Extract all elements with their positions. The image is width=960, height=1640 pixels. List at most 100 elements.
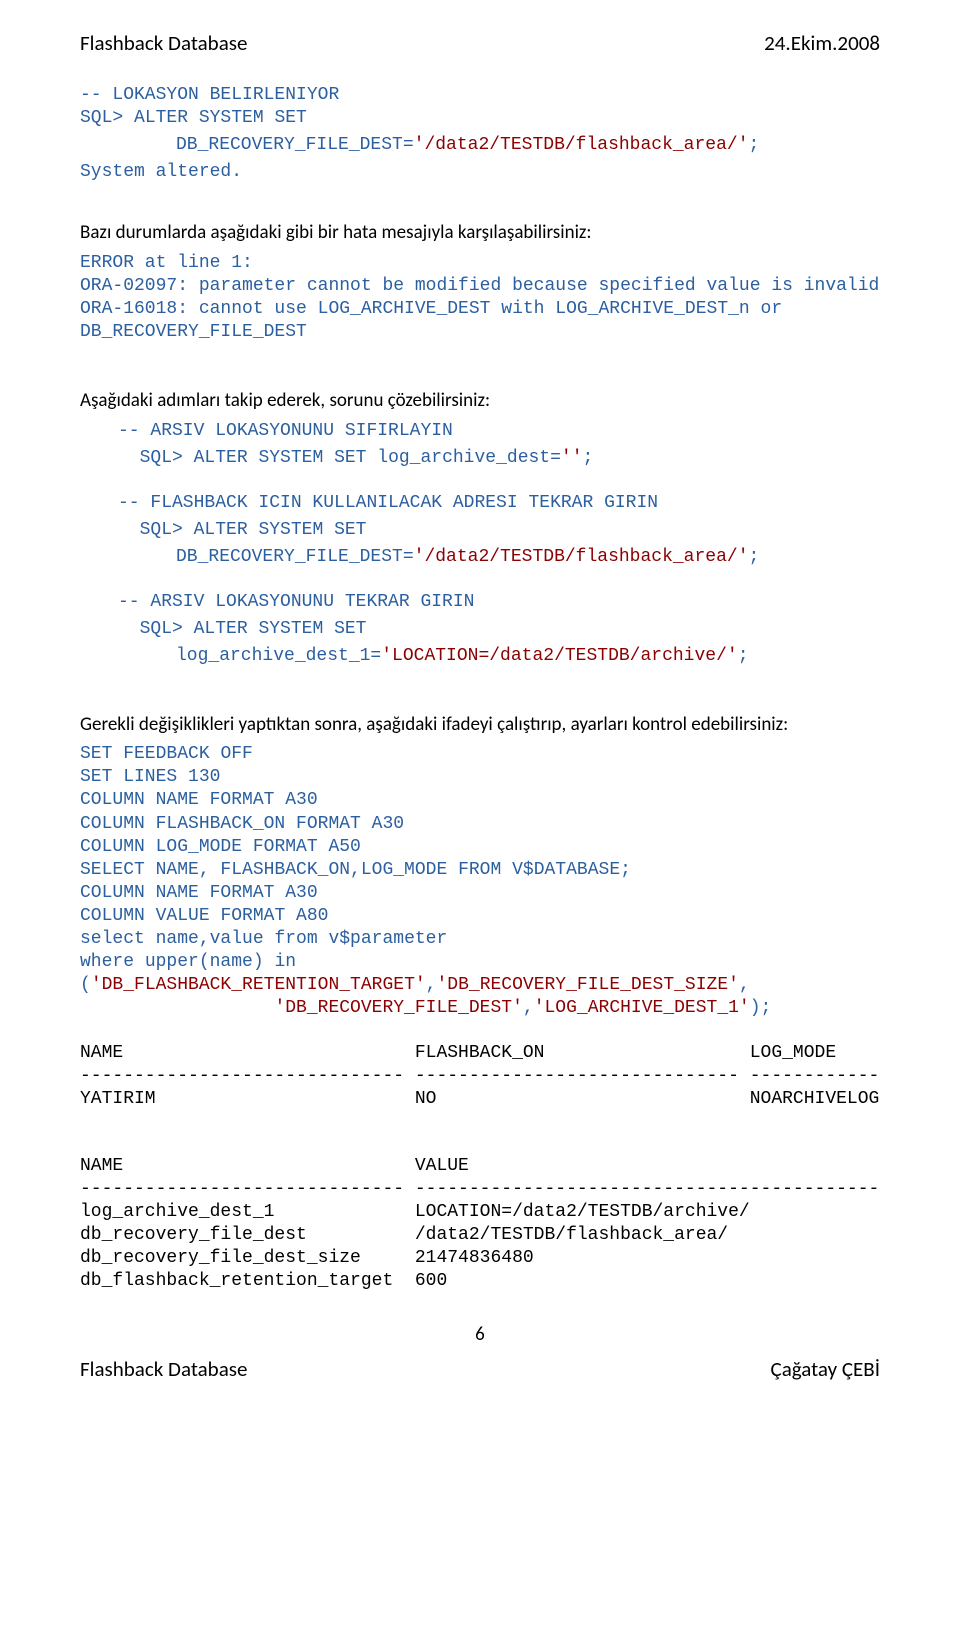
code-text: SQL> [140, 520, 194, 540]
footer-left: Flashback Database [80, 1356, 247, 1382]
page-number: 6 [80, 1323, 880, 1346]
code-text: ); [750, 998, 772, 1018]
code-text: V$DATABASE; [501, 860, 631, 880]
code-line: log_archive_dest_1='LOCATION=/data2/TEST… [80, 645, 880, 668]
code-comment: -- ARSIV LOKASYONUNU SIFIRLAYIN [118, 421, 453, 441]
table-row: log_archive_dest_1 LOCATION=/data2/TESTD… [80, 1202, 750, 1222]
code-keyword: ALTER [194, 448, 248, 468]
code-keyword: SET [334, 448, 366, 468]
output-table-2: NAME VALUE -----------------------------… [80, 1155, 880, 1293]
code-line: ERROR at line 1: [80, 253, 253, 273]
code-text: v$parameter [318, 929, 448, 949]
code-text: A30 [274, 883, 317, 903]
code-keyword: COLUMN [80, 814, 145, 834]
header-right: 24.Ekim.2008 [764, 30, 880, 56]
code-text: FLASHBACK_ON [145, 814, 296, 834]
table-divider: ------------------------------ ---------… [80, 1179, 879, 1199]
table-header: NAME VALUE [80, 1156, 469, 1176]
code-text: , [523, 998, 534, 1018]
code-text: , [739, 975, 750, 995]
code-text: NAME, FLASHBACK_ON,LOG_MODE [145, 860, 458, 880]
code-text: SYSTEM [248, 448, 334, 468]
code-text: DB_RECOVERY_FILE_DEST= [176, 547, 414, 567]
code-text: FEEDBACK [112, 744, 220, 764]
code-line: ORA-02097: parameter cannot be modified … [80, 276, 879, 296]
code-text: A50 [318, 837, 361, 857]
code-line: -- ARSIV LOKASYONUNU SIFIRLAYIN [80, 420, 880, 443]
code-text: ; [749, 547, 760, 567]
code-text: altered. [145, 162, 242, 182]
code-keyword: COLUMN [80, 906, 145, 926]
code-keyword: select [80, 929, 145, 949]
code-text: SYSTEM [248, 520, 334, 540]
code-keyword: COLUMN [80, 883, 145, 903]
code-text: LOG_MODE [145, 837, 253, 857]
code-keyword: SET [334, 619, 366, 639]
code-line: ORA-16018: cannot use LOG_ARCHIVE_DEST w… [80, 299, 782, 319]
code-keyword: COLUMN [80, 790, 145, 810]
error-block: ERROR at line 1: ORA-02097: parameter ca… [80, 252, 880, 344]
code-text: A30 [361, 814, 404, 834]
code-string: 'LOG_ARCHIVE_DEST_1' [534, 998, 750, 1018]
header-left: Flashback Database [80, 30, 247, 56]
code-text: ( [80, 975, 91, 995]
code-keyword: COLUMN [80, 837, 145, 857]
paragraph: Gerekli değişiklikleri yaptıktan sonra, … [80, 712, 880, 738]
code-text: ; [738, 646, 749, 666]
code-keyword: ALTER [194, 619, 248, 639]
paragraph: Bazı durumlarda aşağıdaki gibi bir hata … [80, 220, 880, 246]
code-line: -- FLASHBACK ICIN KULLANILACAK ADRESI TE… [80, 492, 880, 515]
code-keyword: FORMAT [220, 906, 285, 926]
table-row: db_flashback_retention_target 600 [80, 1271, 447, 1291]
code-string: 'DB_FLASHBACK_RETENTION_TARGET' [91, 975, 426, 995]
code-output: System altered. [80, 161, 880, 184]
paragraph: Aşağıdaki adımları takip ederek, sorunu … [80, 388, 880, 414]
table-row: db_recovery_file_dest_size 21474836480 [80, 1248, 534, 1268]
code-text: upper(name) [134, 952, 274, 972]
code-keyword: OFF [220, 744, 252, 764]
code-keyword: SET [274, 108, 306, 128]
code-text: A80 [285, 906, 328, 926]
code-string: 'DB_RECOVERY_FILE_DEST_SIZE' [436, 975, 738, 995]
code-text: System [80, 162, 145, 182]
code-string: 'DB_RECOVERY_FILE_DEST' [274, 998, 522, 1018]
code-text: SQL> [140, 448, 194, 468]
code-keyword: SELECT [80, 860, 145, 880]
code-keyword: FORMAT [210, 790, 275, 810]
code-text: SYSTEM [248, 619, 334, 639]
code-keyword: in [274, 952, 296, 972]
code-text: A30 [274, 790, 317, 810]
code-keyword: FORMAT [210, 883, 275, 903]
code-keyword: SET [80, 767, 112, 787]
code-line: -- ARSIV LOKASYONUNU TEKRAR GIRIN [80, 591, 880, 614]
code-line: DB_RECOVERY_FILE_DEST='/data2/TESTDB/fla… [80, 546, 880, 569]
code-keyword: FORMAT [253, 837, 318, 857]
code-text: VALUE [145, 906, 221, 926]
code-comment: -- ARSIV LOKASYONUNU TEKRAR GIRIN [118, 592, 474, 612]
code-string: '/data2/TESTDB/flashback_area/' [414, 135, 749, 155]
code-text: , [426, 975, 437, 995]
code-text: SYSTEM [188, 108, 274, 128]
code-line: SQL> ALTER SYSTEM SET log_archive_dest='… [80, 447, 880, 470]
code-keyword: FROM [458, 860, 501, 880]
code-text: DB_RECOVERY_FILE_DEST= [176, 135, 414, 155]
table-row: db_recovery_file_dest /data2/TESTDB/flas… [80, 1225, 728, 1245]
code-comment: -- LOKASYON BELIRLENIYOR [80, 85, 339, 105]
code-line: SQL> ALTER SYSTEM SET [80, 519, 880, 542]
code-string: 'LOCATION=/data2/TESTDB/archive/' [381, 646, 737, 666]
code-comment: -- FLASHBACK ICIN KULLANILACAK ADRESI TE… [118, 493, 658, 513]
code-block-location: -- LOKASYON BELIRLENIYOR SQL> ALTER SYST… [80, 84, 880, 130]
output-table-1: NAME FLASHBACK_ON LOG_MODE -------------… [80, 1042, 880, 1111]
code-keyword: SET [80, 744, 112, 764]
page-footer: Flashback Database Çağatay ÇEBİ [80, 1356, 880, 1382]
code-line: DB_RECOVERY_FILE_DEST='/data2/TESTDB/fla… [80, 134, 880, 157]
code-keyword: SET [334, 520, 366, 540]
code-text: LINES 130 [112, 767, 220, 787]
code-text: NAME [145, 790, 210, 810]
code-text: name,value [145, 929, 275, 949]
table-header: NAME FLASHBACK_ON LOG_MODE [80, 1043, 836, 1063]
code-text: SQL> [140, 619, 194, 639]
code-text: ; [583, 448, 594, 468]
code-keyword: ALTER [194, 520, 248, 540]
code-keyword: from [274, 929, 317, 949]
